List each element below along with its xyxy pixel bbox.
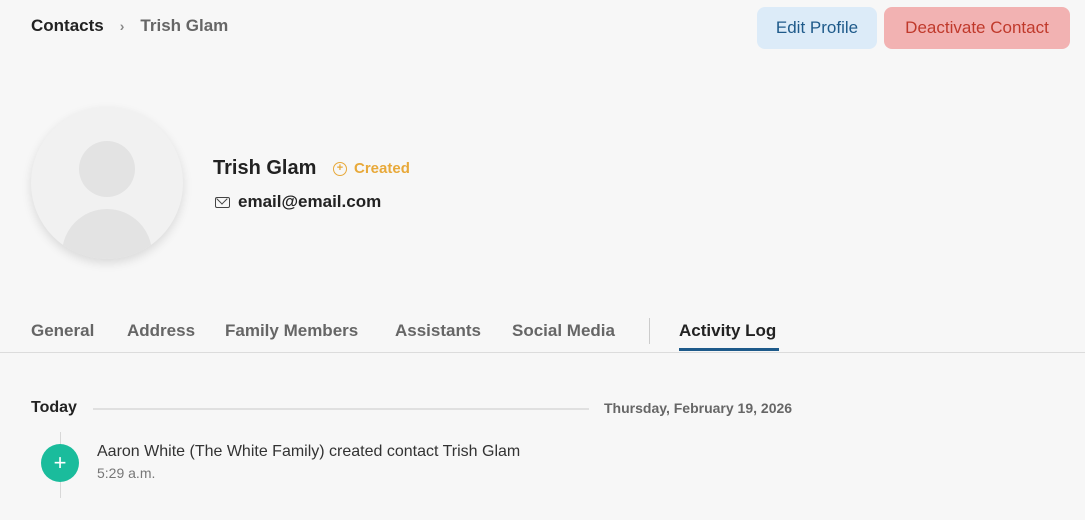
avatar-head-icon	[79, 141, 135, 197]
profile-name: Trish Glam	[213, 157, 317, 179]
status-label: Created	[354, 160, 410, 177]
event-description: Aaron White (The White Family) created c…	[97, 443, 521, 460]
day-date: Thursday, February 19, 2026	[604, 400, 793, 416]
event-time: 5:29 a.m.	[97, 465, 156, 481]
day-divider	[93, 408, 589, 410]
breadcrumb-current: Trish Glam	[140, 16, 229, 35]
avatar-body-icon	[62, 209, 152, 259]
edit-profile-button[interactable]: Edit Profile	[757, 7, 877, 49]
plus-icon: +	[41, 444, 79, 482]
status-badge: + Created	[333, 160, 410, 177]
tab-activity-log[interactable]: Activity Log	[679, 321, 776, 341]
top-bar: Contacts › Trish Glam Edit Profile Deact…	[0, 0, 1085, 56]
tab-divider	[649, 318, 650, 344]
tab-address[interactable]: Address	[127, 321, 195, 341]
breadcrumb: Contacts › Trish Glam	[31, 16, 228, 36]
breadcrumb-contacts-link[interactable]: Contacts	[31, 16, 104, 36]
avatar	[31, 107, 183, 259]
mail-icon	[215, 196, 230, 208]
breadcrumb-separator-icon: ›	[119, 18, 125, 34]
email-row: email@email.com	[215, 192, 381, 212]
plus-circle-icon: +	[333, 161, 347, 176]
deactivate-contact-button[interactable]: Deactivate Contact	[884, 7, 1070, 49]
active-tab-indicator	[679, 348, 779, 351]
tab-bar: General Address Family Members Assistant…	[0, 312, 1085, 353]
tab-assistants[interactable]: Assistants	[395, 321, 481, 341]
tab-social-media[interactable]: Social Media	[512, 321, 615, 341]
tab-general[interactable]: General	[31, 321, 94, 341]
day-label: Today	[31, 399, 77, 416]
email-value: email@email.com	[238, 192, 382, 211]
tab-family-members[interactable]: Family Members	[225, 321, 358, 341]
